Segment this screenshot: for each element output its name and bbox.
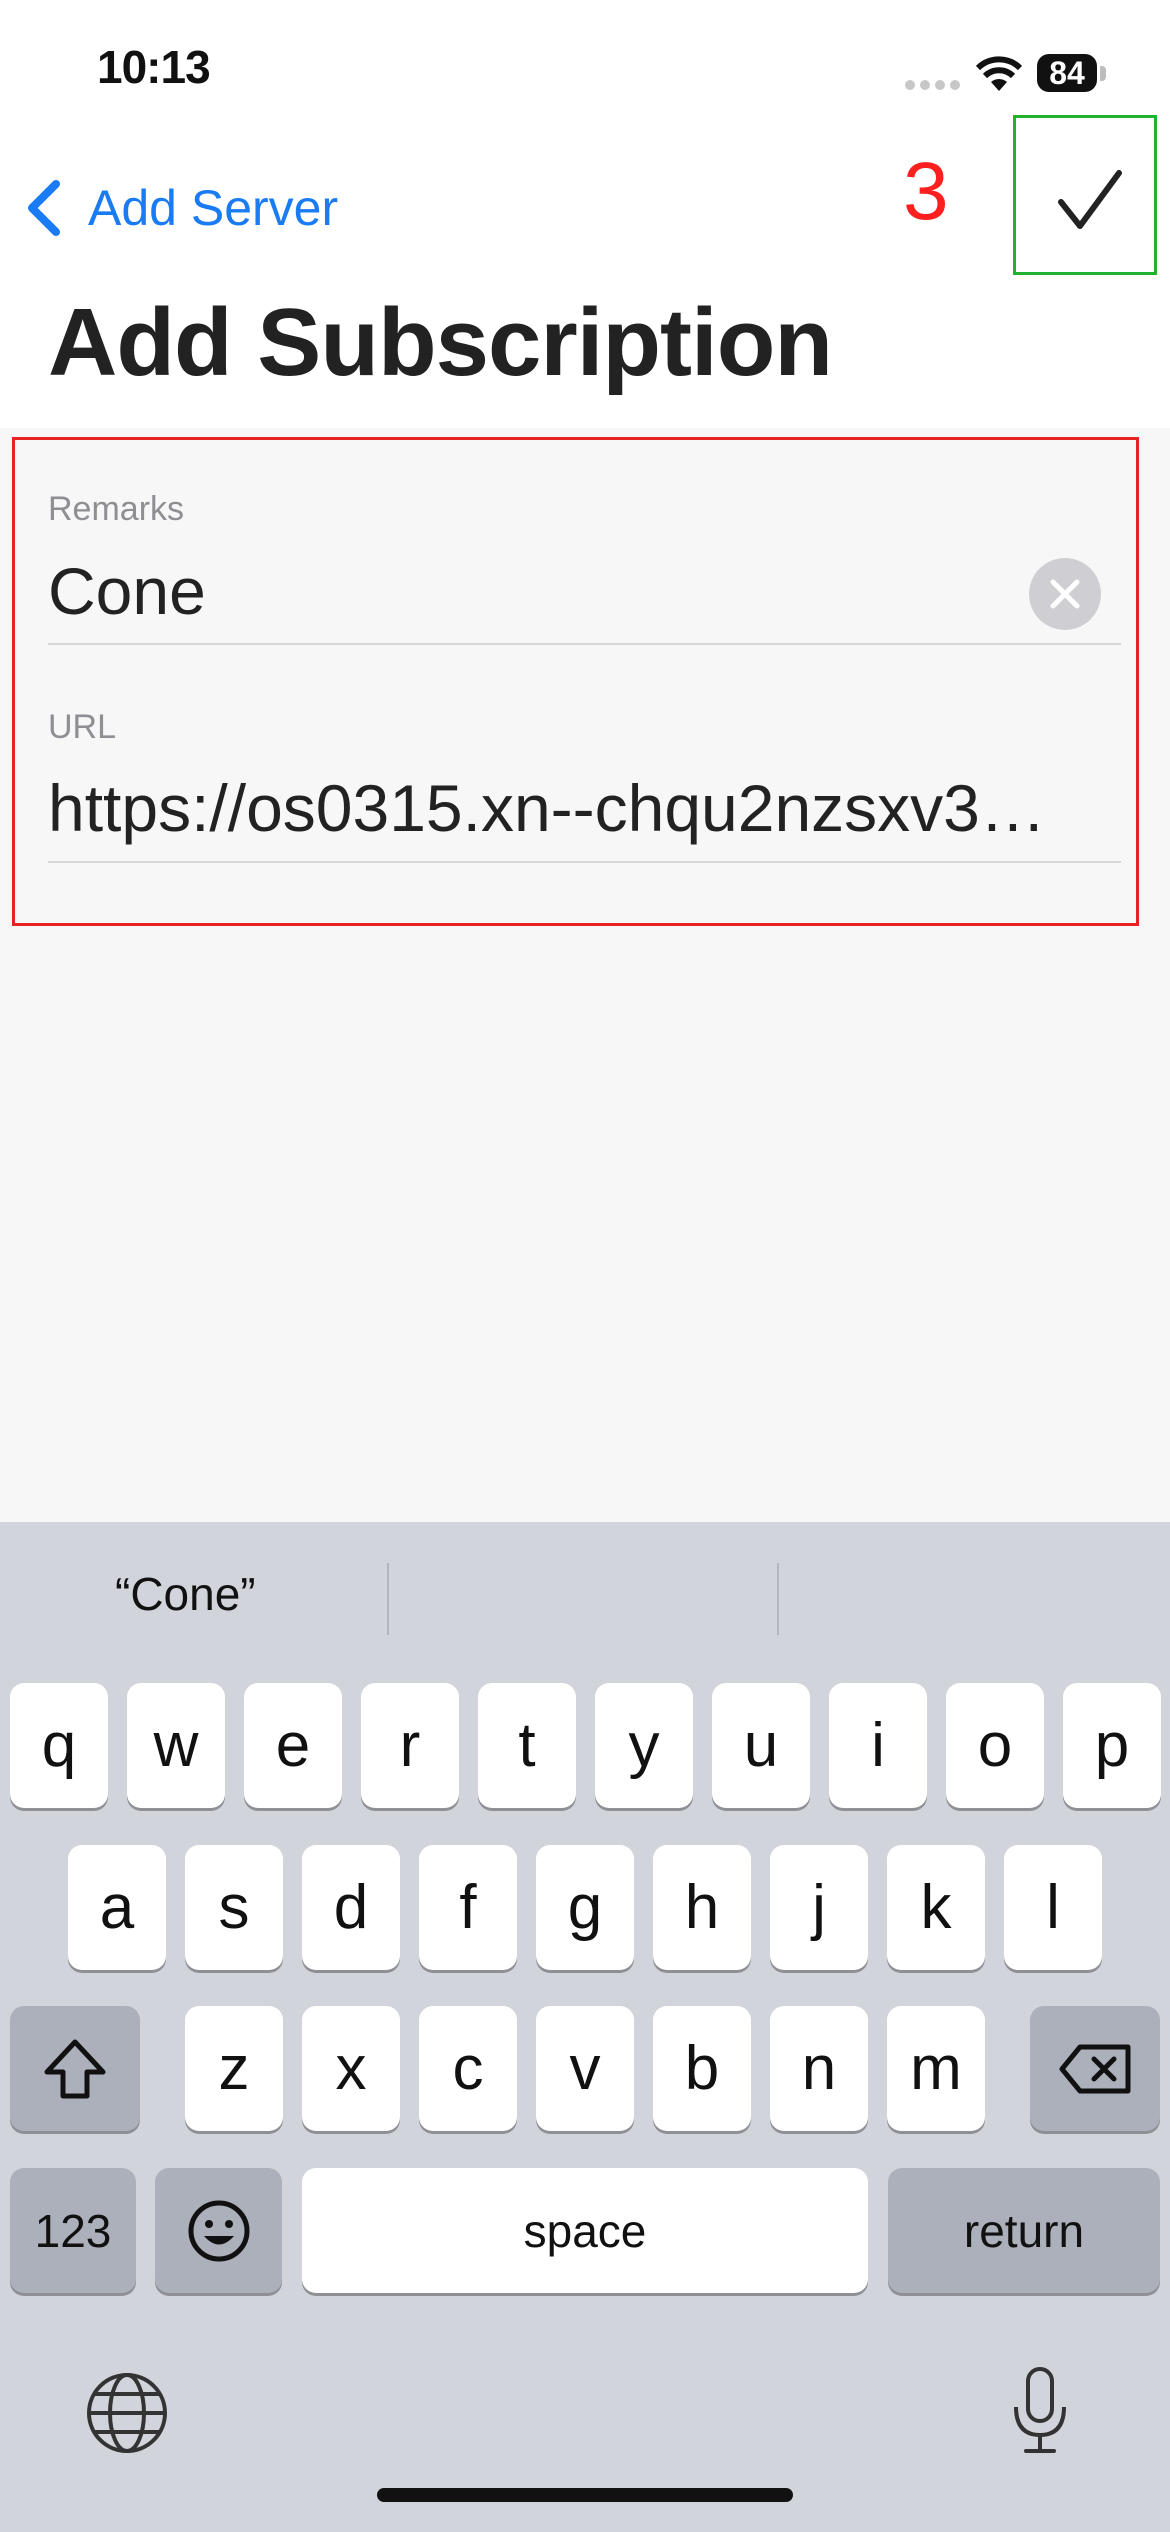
status-time: 10:13 [97,41,211,93]
url-underline [48,861,1121,863]
key-a[interactable]: a [68,1845,166,1970]
suggestion-divider [387,1563,389,1635]
key-h[interactable]: h [653,1845,751,1970]
key-u[interactable]: u [712,1683,810,1808]
key-i[interactable]: i [829,1683,927,1808]
key-d[interactable]: d [302,1845,400,1970]
back-button[interactable]: Add Server [24,168,338,248]
cellular-signal-icon [905,80,967,94]
shift-key[interactable] [10,2006,140,2131]
key-y[interactable]: y [595,1683,693,1808]
key-o[interactable]: o [946,1683,1044,1808]
remarks-field[interactable]: Cone [48,553,1008,629]
key-t[interactable]: t [478,1683,576,1808]
close-icon [1050,579,1080,609]
return-key[interactable]: return [888,2168,1160,2293]
key-z[interactable]: z [185,2006,283,2131]
numbers-key[interactable]: 123 [10,2168,136,2293]
annotation-step-number: 3 [903,146,949,237]
key-e[interactable]: e [244,1683,342,1808]
page-title: Add Subscription [48,289,833,396]
battery-icon: 84 [1037,54,1097,92]
battery-nub [1100,66,1106,81]
key-b[interactable]: b [653,2006,751,2131]
key-l[interactable]: l [1004,1845,1102,1970]
backspace-icon [1059,2044,1131,2093]
key-m[interactable]: m [887,2006,985,2131]
key-n[interactable]: n [770,2006,868,2131]
key-k[interactable]: k [887,1845,985,1970]
dictation-key[interactable] [1010,2365,1070,2457]
key-j[interactable]: j [770,1845,868,1970]
microphone-icon [1014,2367,1066,2453]
keyboard-suggestion[interactable]: “Cone” [115,1567,256,1621]
key-v[interactable]: v [536,2006,634,2131]
suggestion-divider [777,1563,779,1635]
checkmark-icon [1058,170,1122,229]
shift-icon [44,2039,106,2098]
emoji-icon [188,2200,249,2261]
remarks-underline [48,643,1121,645]
url-label: URL [48,708,117,746]
home-indicator [377,2488,793,2502]
wifi-icon [975,56,1023,91]
globe-key[interactable] [84,2370,170,2456]
clear-text-button[interactable] [1029,558,1101,630]
url-field[interactable]: https://os0315.xn--chqu2nzsxv3… [48,770,1121,846]
key-x[interactable]: x [302,2006,400,2131]
remarks-label: Remarks [48,490,185,528]
key-s[interactable]: s [185,1845,283,1970]
key-f[interactable]: f [419,1845,517,1970]
back-label: Add Server [88,180,339,236]
key-w[interactable]: w [127,1683,225,1808]
key-c[interactable]: c [419,2006,517,2131]
key-q[interactable]: q [10,1683,108,1808]
confirm-button[interactable] [1013,115,1157,275]
space-key[interactable]: space [302,2168,868,2293]
key-r[interactable]: r [361,1683,459,1808]
emoji-key[interactable] [155,2168,282,2293]
key-p[interactable]: p [1063,1683,1161,1808]
delete-key[interactable] [1030,2006,1160,2131]
key-g[interactable]: g [536,1845,634,1970]
globe-icon [87,2373,167,2453]
chevron-left-icon [28,180,60,236]
